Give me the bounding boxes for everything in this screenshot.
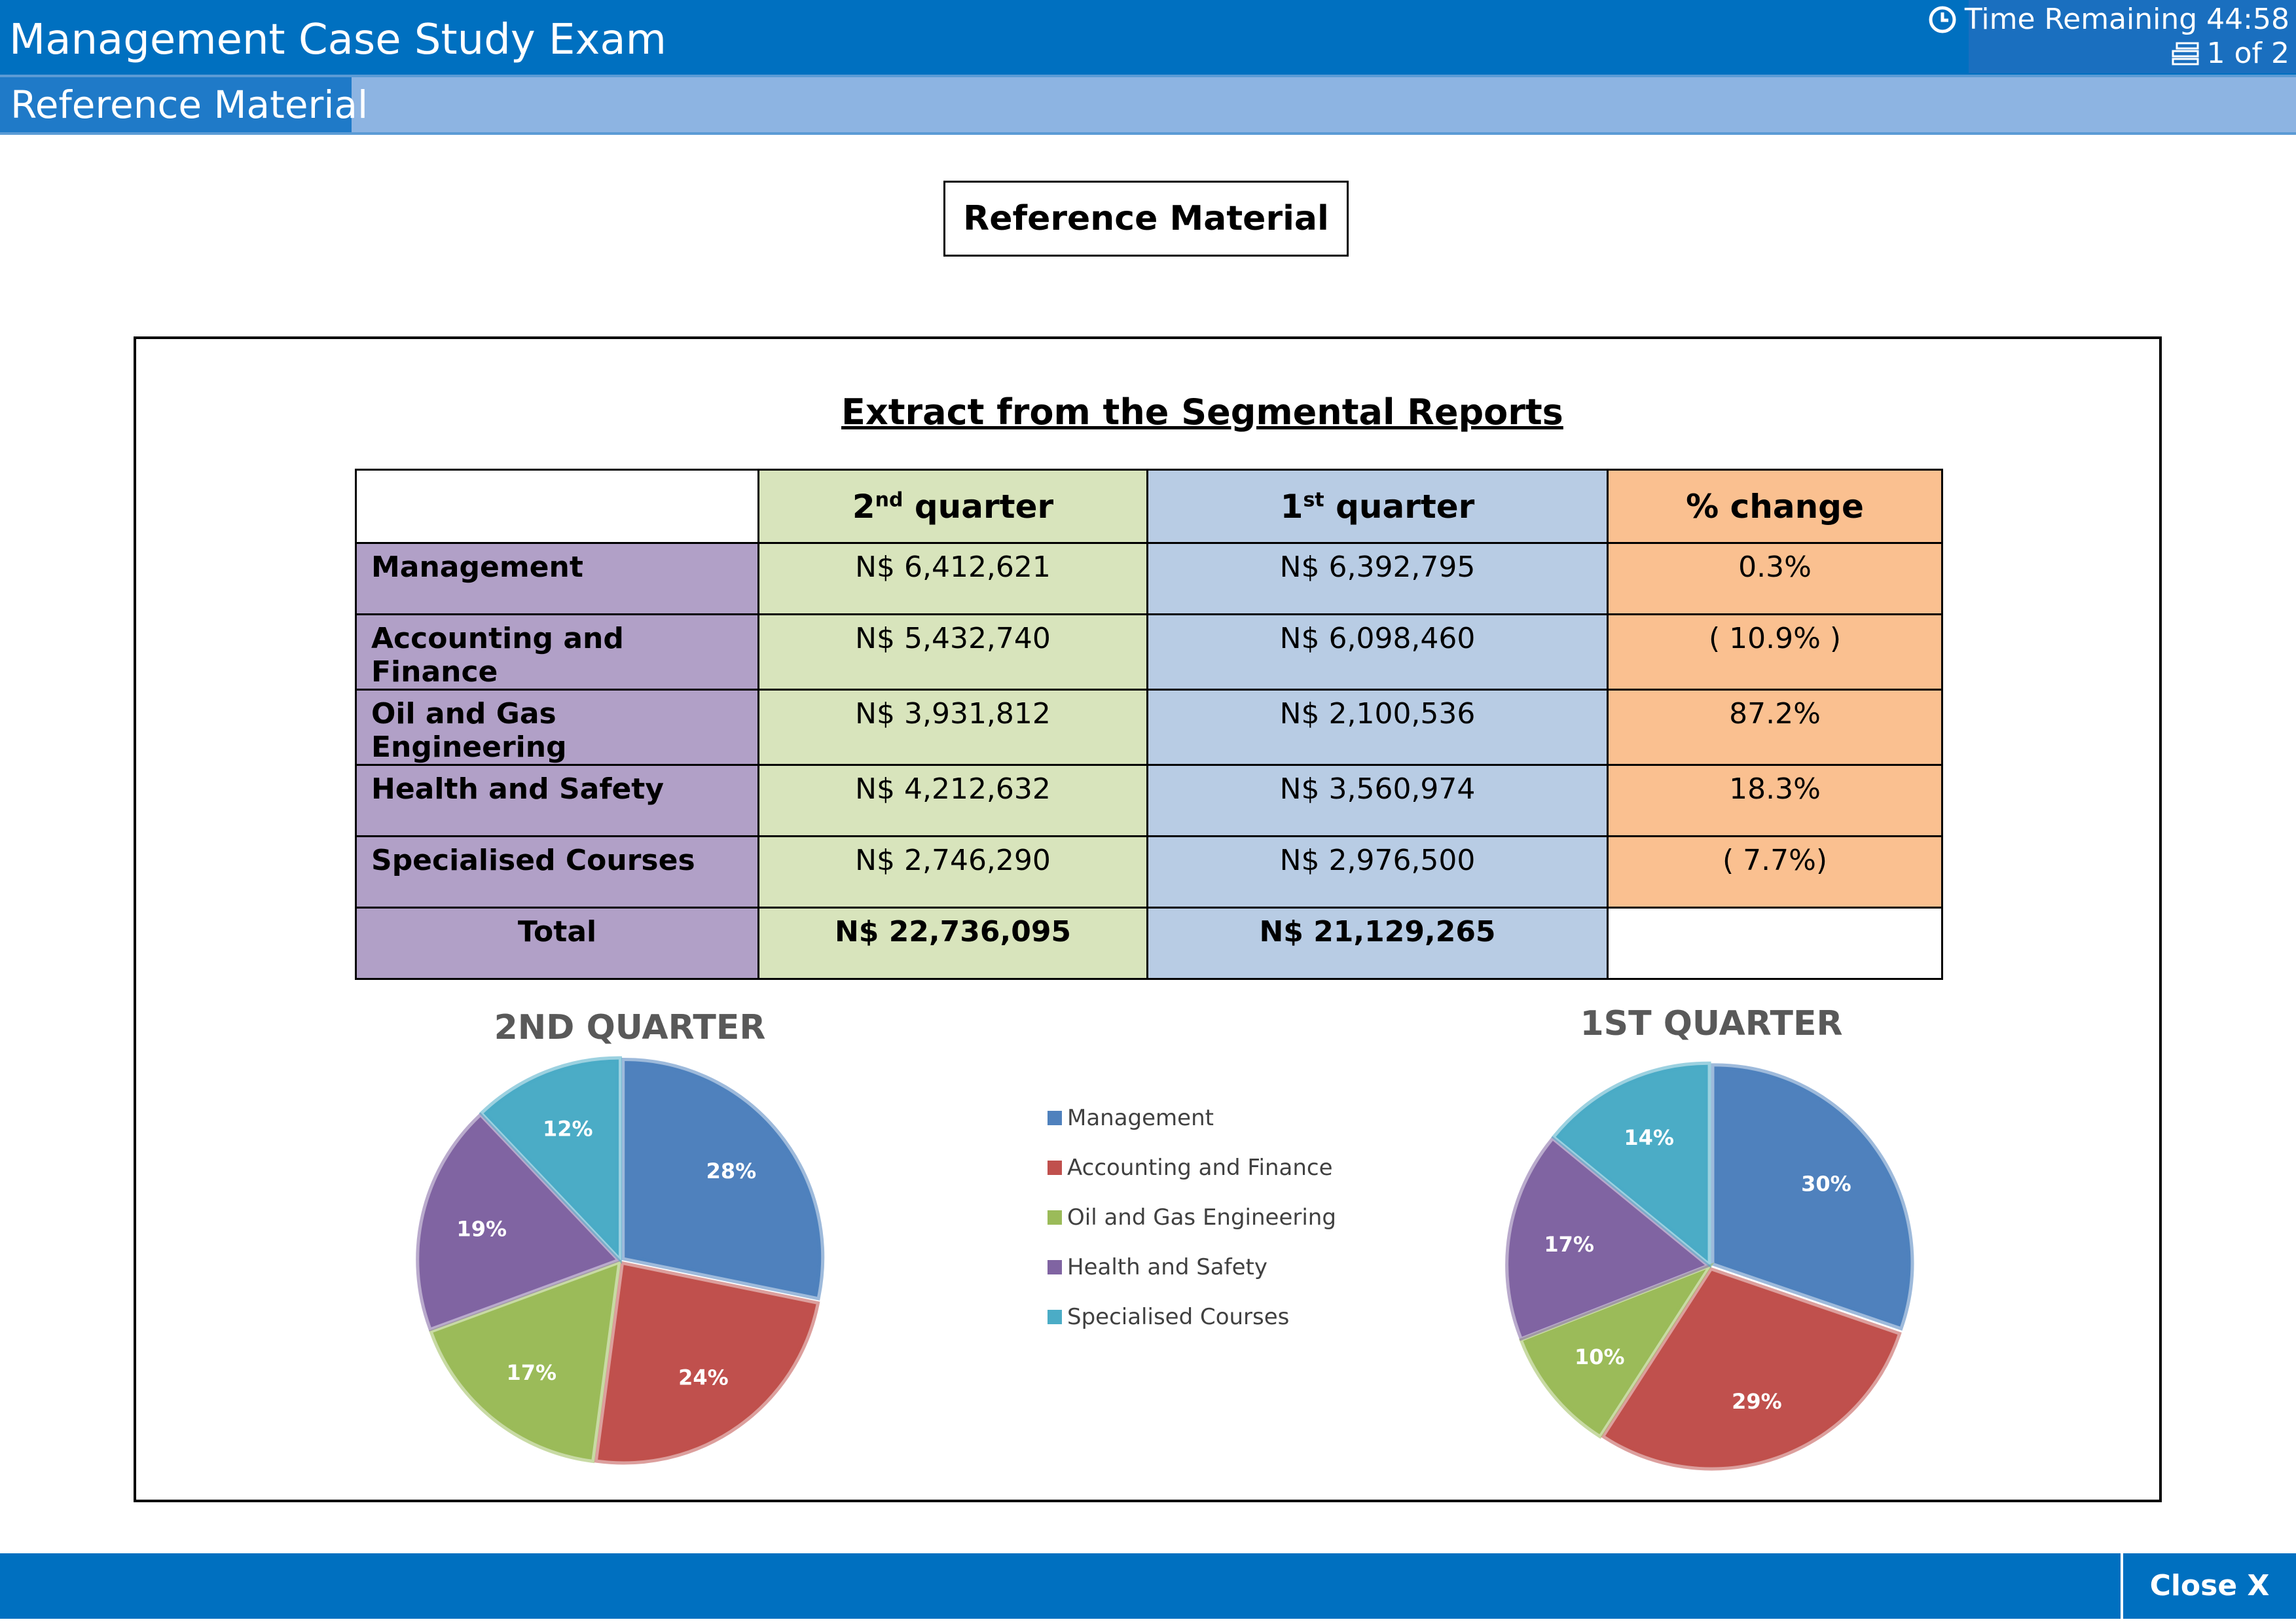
table-row: Specialised Courses N$ 2,746,290 N$ 2,97… <box>355 835 1943 909</box>
pie-data-label: 14% <box>1624 1125 1674 1150</box>
cell-q2: N$ 6,412,621 <box>757 542 1148 615</box>
total-q2: N$ 22,736,095 <box>757 907 1148 980</box>
cell-q1: N$ 6,098,460 <box>1146 613 1609 691</box>
table-row: Oil and Gas Engineering N$ 3,931,812 N$ … <box>355 689 1943 766</box>
total-change <box>1607 907 1943 980</box>
table-total-row: Total N$ 22,736,095 N$ 21,129,265 <box>355 907 1943 980</box>
cell-q1: N$ 2,100,536 <box>1146 689 1609 766</box>
pie-chart-q1: 30% 29% 10% 17% 14% <box>1505 1061 1914 1471</box>
cell-change: 87.2% <box>1607 689 1943 766</box>
pie-data-label: 10% <box>1575 1344 1625 1369</box>
table-row: Health and Safety N$ 4,212,632 N$ 3,560,… <box>355 764 1943 837</box>
page-title: Reference Material <box>943 181 1349 257</box>
cell-q2: N$ 2,746,290 <box>757 835 1148 909</box>
cell-change: ( 7.7%) <box>1607 835 1943 909</box>
clock-icon <box>1929 6 1956 33</box>
pie-data-label: 12% <box>543 1117 593 1142</box>
timer: Time Remaining 44:58 <box>1928 3 2289 36</box>
page-indicator-text: 1 of 2 <box>2206 37 2289 70</box>
legend-swatch <box>1048 1111 1062 1125</box>
cell-q2: N$ 5,432,740 <box>757 613 1148 691</box>
segmental-table: 2nd quarter 1st quarter % change Managem… <box>355 469 1943 980</box>
header-blank <box>355 469 759 544</box>
pie-data-label: 29% <box>1732 1389 1782 1414</box>
total-label: Total <box>355 907 759 980</box>
legend-item: Management <box>1048 1093 1336 1143</box>
chart-title-q1: 1ST QUARTER <box>1580 1004 1843 1043</box>
row-label: Health and Safety <box>355 764 759 837</box>
cell-change: ( 10.9% ) <box>1607 613 1943 691</box>
page-indicator: 1 of 2 <box>2170 37 2289 70</box>
column-header: 1st quarter <box>1146 469 1609 544</box>
table-header-row: 2nd quarter 1st quarter % change <box>355 469 1943 544</box>
legend-item: Specialised Courses <box>1048 1292 1336 1342</box>
pie-data-label: 24% <box>678 1365 729 1390</box>
title-bar: Management Case Study Exam Time Remainin… <box>0 0 2296 77</box>
table-row: Accounting and Finance N$ 5,432,740 N$ 6… <box>355 613 1943 691</box>
pie-data-label: 17% <box>506 1360 556 1385</box>
pie-data-label: 17% <box>1544 1232 1594 1257</box>
legend-swatch <box>1048 1210 1062 1225</box>
close-button[interactable]: Close X <box>2121 1553 2296 1619</box>
legend-item: Accounting and Finance <box>1048 1143 1336 1193</box>
row-label: Accounting and Finance <box>355 613 759 691</box>
cell-change: 18.3% <box>1607 764 1943 837</box>
legend-swatch <box>1048 1310 1062 1324</box>
legend-item: Health and Safety <box>1048 1242 1336 1292</box>
chart-title-q2: 2ND QUARTER <box>494 1008 766 1047</box>
chart-legend: Management Accounting and Finance Oil an… <box>1048 1093 1336 1342</box>
row-label: Specialised Courses <box>355 835 759 909</box>
cell-q1: N$ 2,976,500 <box>1146 835 1609 909</box>
row-label: Oil and Gas Engineering <box>355 689 759 766</box>
pages-icon <box>2172 42 2199 65</box>
timer-label: Time Remaining 44:58 <box>1964 3 2289 36</box>
legend-swatch <box>1048 1260 1062 1274</box>
tab-strip: Reference Material <box>0 77 2296 135</box>
tab-reference-material[interactable]: Reference Material <box>0 77 368 132</box>
legend-swatch <box>1048 1161 1062 1175</box>
cell-q1: N$ 3,560,974 <box>1146 764 1609 837</box>
footer-bar: Close X <box>0 1553 2296 1619</box>
pie-slice <box>594 1261 820 1465</box>
cell-q1: N$ 6,392,795 <box>1146 542 1609 615</box>
extract-title: Extract from the Segmental Reports <box>841 391 1563 433</box>
column-header: % change <box>1607 469 1943 544</box>
cell-q2: N$ 3,931,812 <box>757 689 1148 766</box>
column-header: 2nd quarter <box>757 469 1148 544</box>
table-row: Management N$ 6,412,621 N$ 6,392,795 0.3… <box>355 542 1943 615</box>
pie-data-label: 30% <box>1801 1171 1851 1196</box>
legend-item: Oil and Gas Engineering <box>1048 1193 1336 1242</box>
status-panel: Time Remaining 44:58 1 of 2 <box>1929 0 2296 73</box>
total-q1: N$ 21,129,265 <box>1146 907 1609 980</box>
pie-data-label: 19% <box>456 1216 507 1241</box>
pie-chart-q2: 28% 24% 17% 19% 12% <box>416 1056 825 1465</box>
row-label: Management <box>355 542 759 615</box>
cell-q2: N$ 4,212,632 <box>757 764 1148 837</box>
app-title: Management Case Study Exam <box>9 16 666 64</box>
cell-change: 0.3% <box>1607 542 1943 615</box>
pie-data-label: 28% <box>706 1159 757 1183</box>
